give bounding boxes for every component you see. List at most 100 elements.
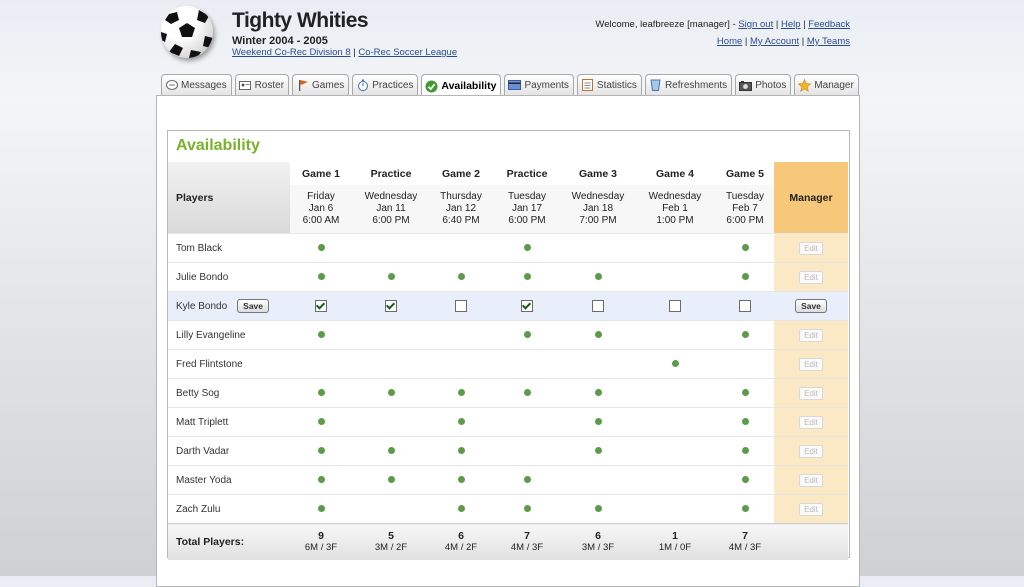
event-name: Game 2 [430,162,492,185]
total-count: 7 [524,530,530,542]
available-dot-icon [741,417,749,425]
player-name: Julie Bondo [176,271,229,283]
games-flag-icon [296,79,309,91]
edit-button[interactable]: Edit [799,386,823,400]
availability-cell [352,291,430,321]
event-name-row: Players Game 1 Practice Game 2 Practice … [168,162,848,234]
availability-cell [492,465,562,495]
availability-cell [634,436,716,466]
manager-cell: Edit [774,378,848,408]
save-button[interactable]: Save [795,299,827,313]
availability-cell [562,465,634,495]
availability-cell [716,436,774,466]
available-dot-icon [594,330,602,338]
availability-cell [290,378,352,408]
help-link[interactable]: Help [781,19,801,30]
nav-separator: | [803,19,806,30]
event-date: Feb 7 [732,203,758,214]
availability-checkbox[interactable] [521,300,533,312]
photos-camera-icon [739,79,753,91]
availability-cell [430,436,492,466]
total-count: 6 [458,530,464,542]
event-time: 6:40 PM [442,215,480,226]
edit-button[interactable]: Edit [799,444,823,458]
tab-statistics[interactable]: Statistics [576,74,642,95]
availability-title: Availability [176,137,260,154]
link-separator: | [353,47,356,58]
event-name: Practice [492,162,562,185]
total-cell: 6 4M / 2F [430,523,492,560]
availability-cell [290,349,352,379]
practices-stopwatch-icon [356,79,369,91]
save-row-button[interactable]: Save [237,299,270,313]
total-cell: 5 3M / 2F [352,523,430,560]
tab-games[interactable]: Games [292,74,350,95]
my-teams-link[interactable]: My Teams [807,36,850,47]
availability-cell [352,320,430,350]
division-link[interactable]: Weekend Co-Rec Division 8 [232,47,351,58]
edit-button[interactable]: Edit [799,502,823,516]
available-dot-icon [317,388,325,396]
availability-checkbox[interactable] [669,300,681,312]
tab-roster[interactable]: Roster [234,74,290,95]
available-dot-icon [523,272,531,280]
event-date-cell: Wednesday Jan 18 7:00 PM [562,185,634,234]
my-account-link[interactable]: My Account [750,36,799,47]
tab-payments[interactable]: Payments [504,74,574,95]
availability-cell [492,494,562,524]
event-date: Feb 1 [662,203,688,214]
availability-cell [430,378,492,408]
edit-button[interactable]: Edit [799,357,823,371]
edit-button[interactable]: Edit [799,328,823,342]
event-name: Game 5 [716,162,774,185]
availability-checkbox[interactable] [315,300,327,312]
nav-separator: | [744,36,748,47]
availability-cell [352,436,430,466]
tab-label: Games [312,79,345,91]
available-dot-icon [523,388,531,396]
availability-cell [634,233,716,263]
edit-button[interactable]: Edit [799,241,823,255]
availability-cell [290,291,352,321]
payments-card-icon [508,79,522,91]
availability-cell [352,262,430,292]
availability-cell [290,320,352,350]
availability-checkbox[interactable] [592,300,604,312]
home-link[interactable]: Home [717,36,742,47]
edit-button[interactable]: Edit [799,473,823,487]
available-dot-icon [457,388,465,396]
player-row: Tom Black Edit [168,233,848,263]
availability-cell [290,407,352,437]
sign-out-link[interactable]: Sign out [738,19,773,30]
feedback-link[interactable]: Feedback [808,19,850,30]
tab-practices[interactable]: Practices [352,74,419,95]
league-link[interactable]: Co-Rec Soccer League [358,47,457,58]
edit-button[interactable]: Edit [799,270,823,284]
available-dot-icon [741,475,749,483]
edit-button[interactable]: Edit [799,415,823,429]
tab-manager[interactable]: Manager [794,74,859,95]
tab-label: Availability [441,80,497,92]
available-dot-icon [594,446,602,454]
player-name-cell: Master Yoda [168,465,290,495]
tab-photos[interactable]: Photos [735,74,792,95]
availability-cell [492,349,562,379]
player-row: Master Yoda Edit [168,465,848,495]
player-row: Lilly Evangeline Edit [168,320,848,350]
event-date: Jan 11 [376,203,406,214]
event-time: 6:00 PM [372,215,410,226]
available-dot-icon [387,446,395,454]
event-name: Game 4 [634,162,716,185]
tab-messages[interactable]: Messages [161,74,232,95]
availability-checkbox[interactable] [385,300,397,312]
availability-checkbox[interactable] [455,300,467,312]
tab-refreshments[interactable]: Refreshments [644,74,733,95]
tab-label: Statistics [596,79,637,91]
availability-checkbox[interactable] [739,300,751,312]
availability-cell [716,320,774,350]
availability-cell [430,233,492,263]
totals-row: Total Players: 9 6M / 3F 5 3M / 2F 6 4M / 2F 7… [168,523,848,560]
tab-availability[interactable]: Availability [421,74,502,97]
player-name-cell: Tom Black [168,233,290,263]
manager-cell: Edit [774,233,848,263]
